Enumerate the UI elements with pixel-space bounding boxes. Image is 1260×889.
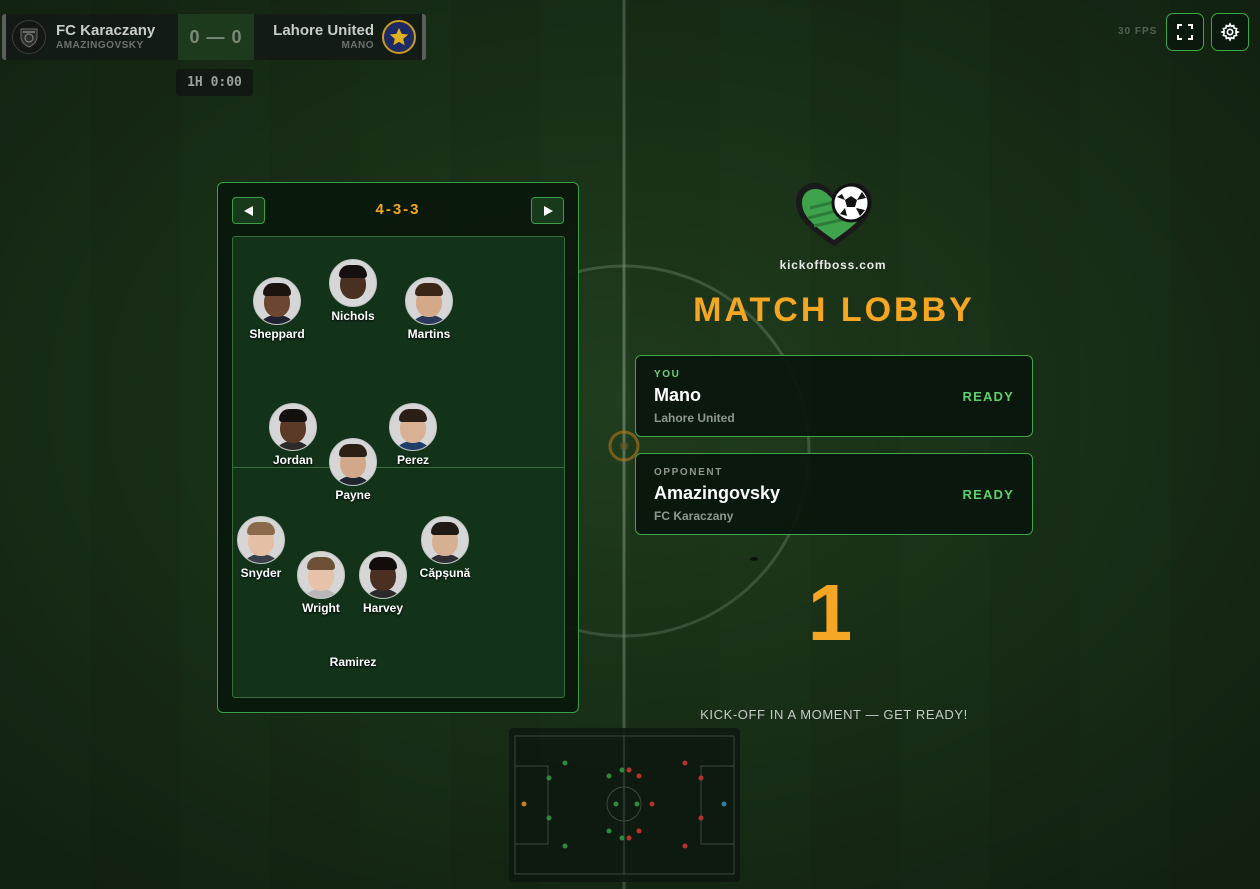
fullscreen-button[interactable]: [1166, 13, 1204, 51]
formation-panel: 4-3-3 Sheppard Nichols Martins Jordan Perez P…: [217, 182, 579, 713]
radar-player-dot: [636, 828, 642, 834]
radar-player-dot: [649, 801, 655, 807]
next-formation-button[interactable]: [531, 197, 564, 224]
radar-player-dot: [546, 815, 552, 821]
card-team-name: FC Karaczany: [654, 509, 734, 523]
player-avatar: [405, 277, 453, 325]
player-name: Jordan: [272, 453, 313, 467]
heart-football-logo-icon: [796, 183, 872, 246]
away-manager-name: MANO: [341, 40, 374, 51]
card-team-name: Lahore United: [654, 411, 735, 425]
card-role: YOU: [654, 369, 681, 380]
site-name: kickoffboss.com: [779, 258, 887, 272]
prev-formation-button[interactable]: [232, 197, 265, 224]
radar-player-dot: [634, 801, 640, 807]
player-name: Martins: [407, 327, 451, 341]
player-avatar: [329, 438, 377, 486]
scoreboard: FC Karaczany AMAZINGOVSKY 0 — 0 Lahore U…: [2, 14, 426, 60]
player-name: Wright: [302, 601, 340, 615]
radar-player-dot: [562, 843, 568, 849]
formation-player[interactable]: Payne: [308, 438, 398, 502]
star-crest-icon: [382, 20, 416, 54]
player-avatar: [359, 551, 407, 599]
lobby-title: MATCH LOBBY: [693, 291, 975, 329]
player-name: Payne: [335, 488, 371, 502]
radar-player-dot: [619, 767, 625, 773]
ready-status: READY: [962, 487, 1014, 502]
player-name: Ramirez: [329, 655, 377, 669]
player-avatar: [421, 516, 469, 564]
settings-button[interactable]: [1211, 13, 1249, 51]
player-card-you: YOU Mano Lahore United READY: [635, 355, 1033, 437]
match-clock: 1H 0:00: [176, 69, 253, 96]
radar-player-dot: [521, 801, 527, 807]
fullscreen-icon: [1177, 24, 1193, 40]
radar-player-dot: [619, 835, 625, 841]
left-arrow-icon: [243, 205, 253, 216]
formation-player[interactable]: Ramirez: [308, 655, 398, 669]
fps-counter: 30 FPS: [1118, 26, 1158, 37]
card-player-name: Amazingovsky: [654, 483, 781, 503]
card-player-name: Mano: [654, 385, 701, 405]
radar-player-dot: [636, 773, 642, 779]
radar-minimap: [509, 728, 740, 882]
player-avatar: [253, 277, 301, 325]
radar-player-dot: [613, 801, 619, 807]
radar-player-dot: [698, 815, 704, 821]
away-team-name: Lahore United: [273, 22, 374, 39]
radar-player-dot: [626, 835, 632, 841]
player-avatar: [329, 259, 377, 307]
formation-label: 4-3-3: [375, 201, 421, 218]
radar-player-dot: [546, 775, 552, 781]
radar-field: [514, 735, 735, 875]
formation-player[interactable]: Martins: [384, 277, 474, 341]
home-team-name: FC Karaczany: [56, 22, 156, 39]
player-name: Sheppard: [249, 327, 305, 341]
radar-player-dot: [606, 773, 612, 779]
radar-player-dot: [682, 760, 688, 766]
player-name: Perez: [396, 453, 430, 467]
player-name: Harvey: [362, 601, 404, 615]
radar-player-dot: [698, 775, 704, 781]
card-role: OPPONENT: [654, 467, 723, 478]
player-card-opponent: OPPONENT Amazingovsky FC Karaczany READY: [635, 453, 1033, 535]
home-team: FC Karaczany AMAZINGOVSKY: [6, 14, 178, 60]
radar-player-dot: [606, 828, 612, 834]
player-name: Nichols: [331, 309, 375, 323]
radar-player-dot: [562, 760, 568, 766]
radar-player-dot: [682, 843, 688, 849]
radar-player-dot: [721, 801, 727, 807]
karaczany-crest-icon: [12, 20, 46, 54]
radar-player-dot: [626, 767, 632, 773]
halfway-line: [233, 467, 564, 468]
countdown-number: 1: [807, 568, 853, 657]
formation-player[interactable]: Harvey: [338, 551, 428, 615]
kickoff-message: KICK-OFF IN A MOMENT — GET READY!: [700, 707, 968, 722]
right-arrow-icon: [543, 205, 553, 216]
home-manager-name: AMAZINGOVSKY: [56, 40, 144, 51]
away-team: Lahore United MANO: [254, 14, 422, 60]
gear-icon: [1220, 22, 1240, 42]
score: 0 — 0: [177, 14, 255, 60]
ready-status: READY: [962, 389, 1014, 404]
formation-field: Sheppard Nichols Martins Jordan Perez Payne Sn…: [232, 236, 565, 698]
